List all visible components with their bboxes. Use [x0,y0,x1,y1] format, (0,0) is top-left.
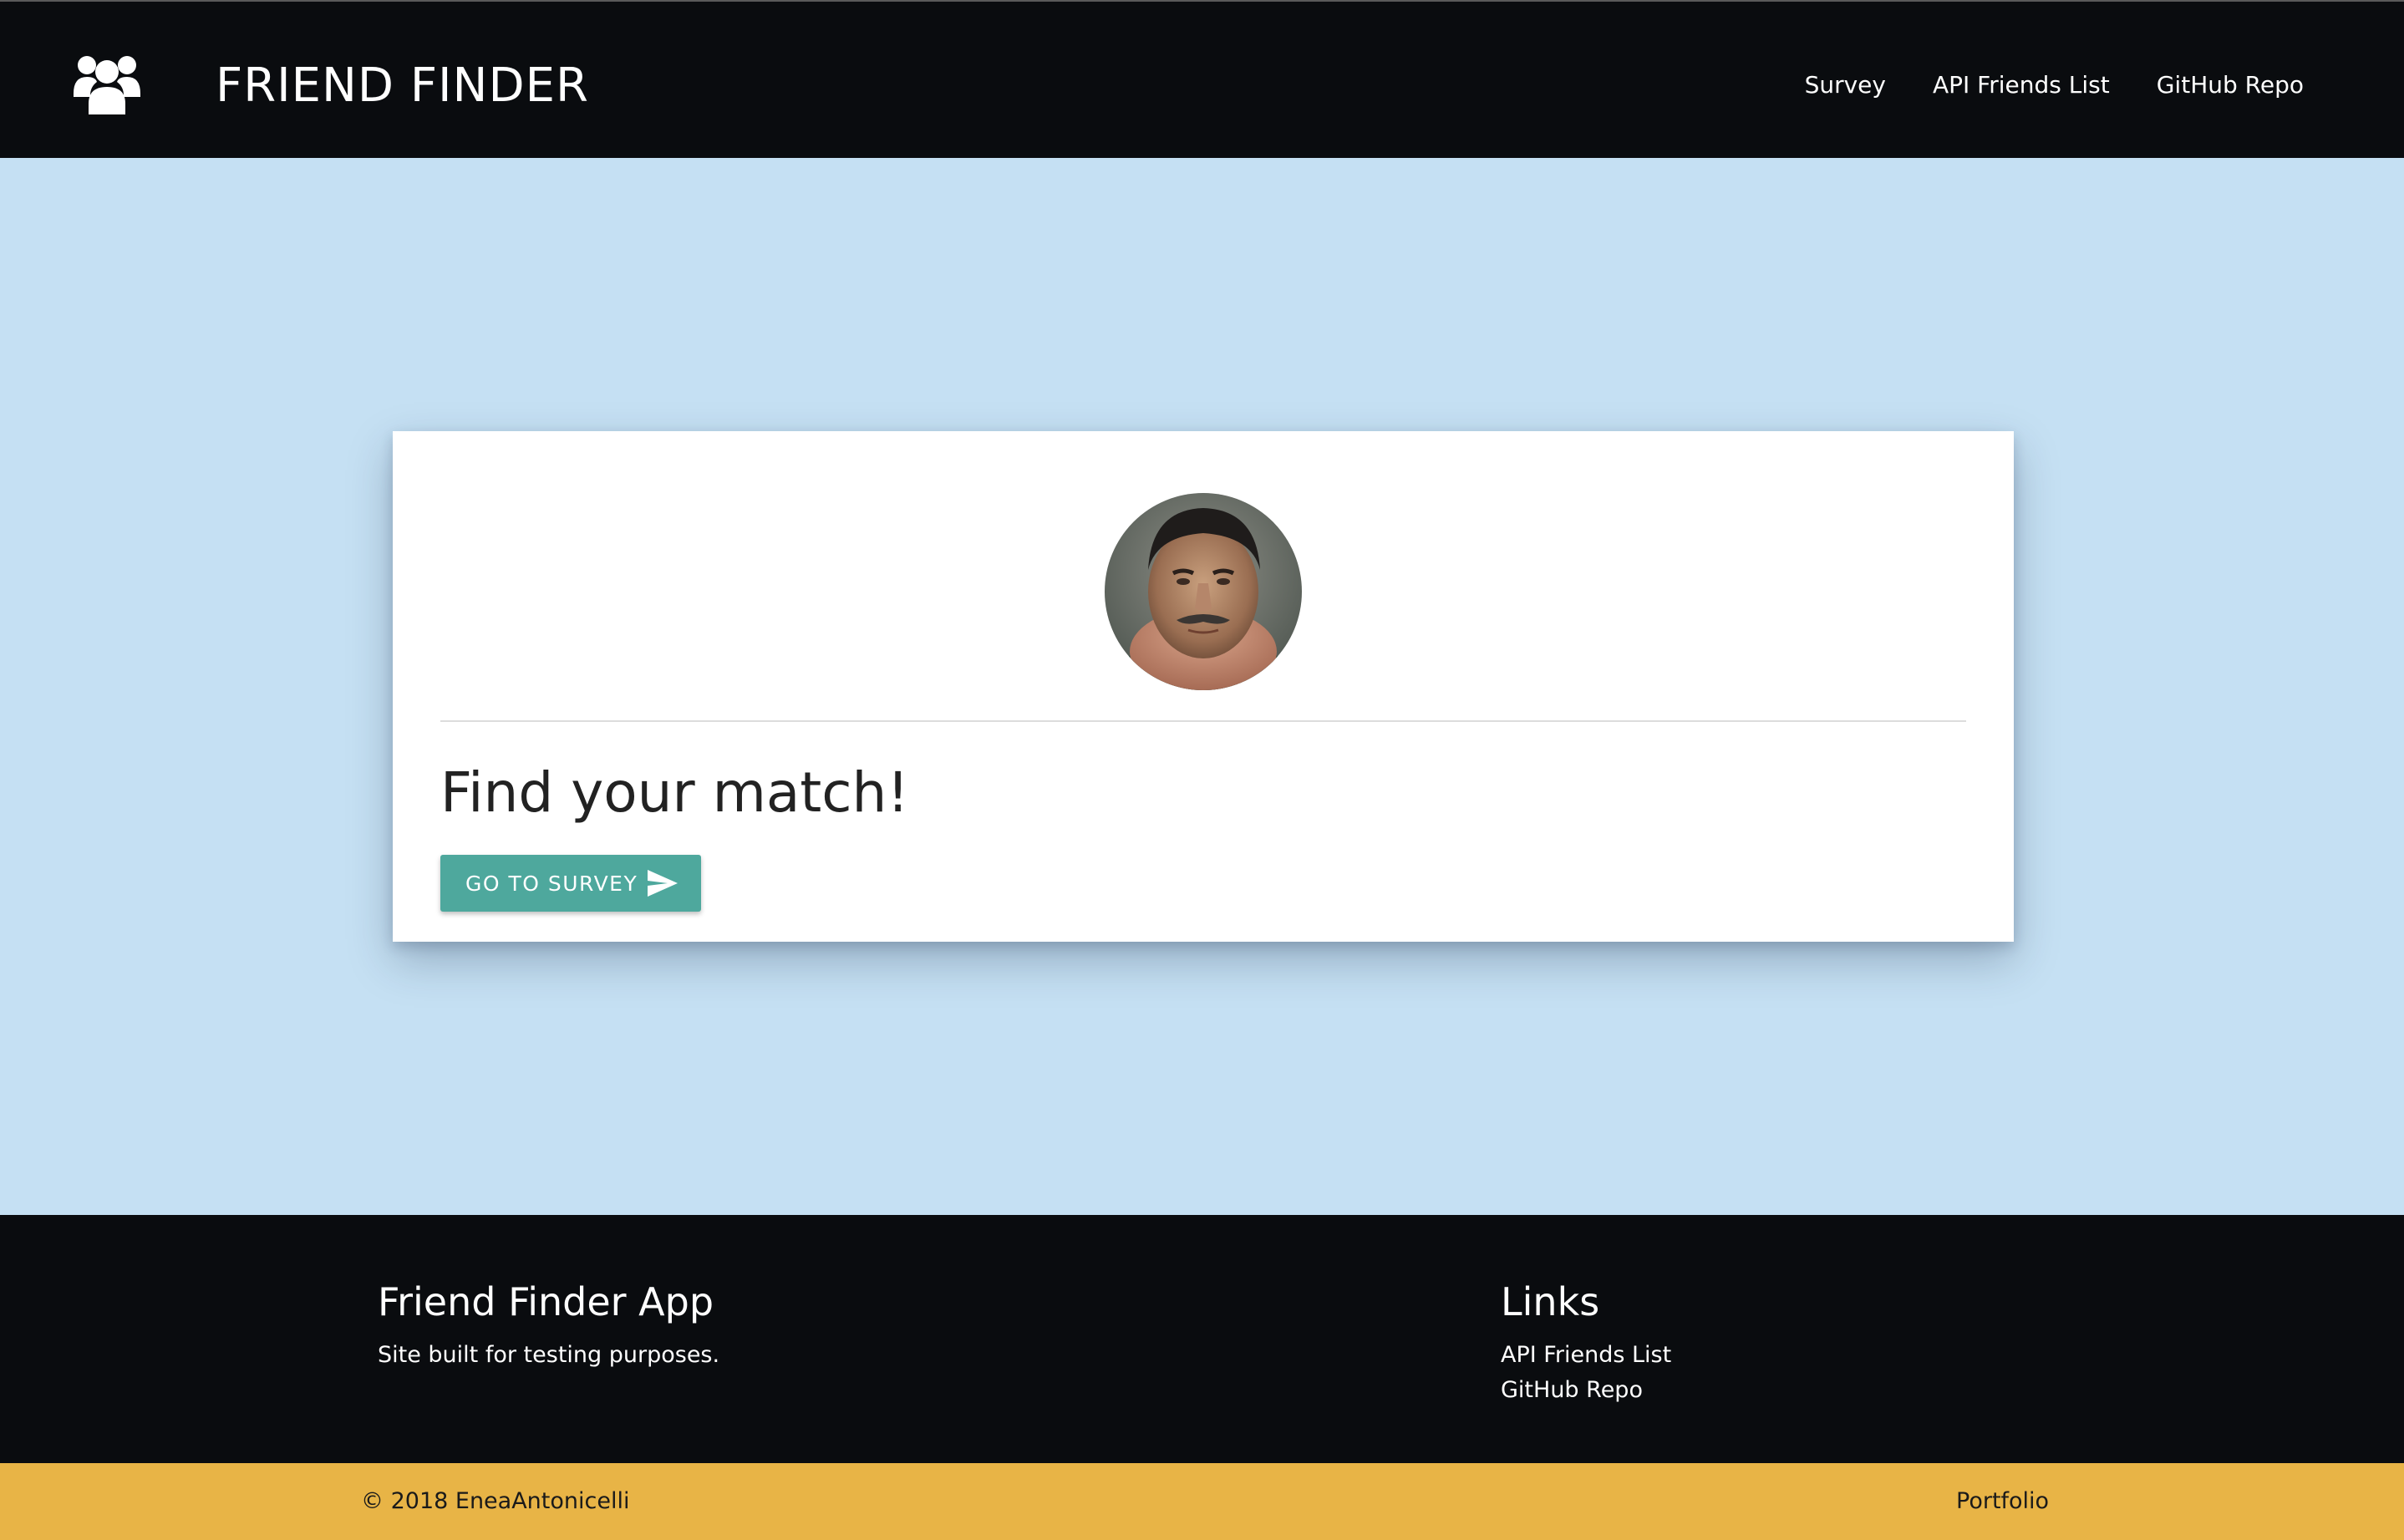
copyright-bar: © 2018 EneaAntonicelli Portfolio [0,1463,2404,1540]
top-navbar: FRIEND FINDER Survey API Friends List Gi… [0,0,2404,158]
footer-links-title: Links [1501,1279,1600,1324]
portfolio-link[interactable]: Portfolio [1956,1485,2049,1518]
users-icon[interactable] [74,52,140,114]
card-heading: Find your match! [440,760,909,825]
footer: Friend Finder App Site built for testing… [0,1215,2404,1463]
brand-title[interactable]: FRIEND FINDER [216,54,589,118]
go-to-survey-button[interactable]: GO TO SURVEY [440,855,701,912]
nav-link-github-repo[interactable]: GitHub Repo [2157,67,2304,104]
footer-link-github-repo[interactable]: GitHub Repo [1501,1374,1671,1407]
nav-link-api-friends-list[interactable]: API Friends List [1933,67,2110,104]
button-label: GO TO SURVEY [465,871,638,896]
nav-link-survey[interactable]: Survey [1805,67,1886,104]
card-divider [440,720,1966,722]
hero-card: Find your match! GO TO SURVEY [393,431,2014,942]
nav-links: Survey API Friends List GitHub Repo [1805,67,2304,104]
footer-title: Friend Finder App [378,1279,714,1324]
footer-link-api-friends-list[interactable]: API Friends List [1501,1339,1671,1372]
send-icon [648,870,678,897]
copyright-text: © 2018 EneaAntonicelli [361,1488,630,1514]
footer-links: API Friends List GitHub Repo [1501,1339,1671,1407]
profile-photo [1105,493,1302,690]
footer-description: Site built for testing purposes. [378,1342,720,1368]
